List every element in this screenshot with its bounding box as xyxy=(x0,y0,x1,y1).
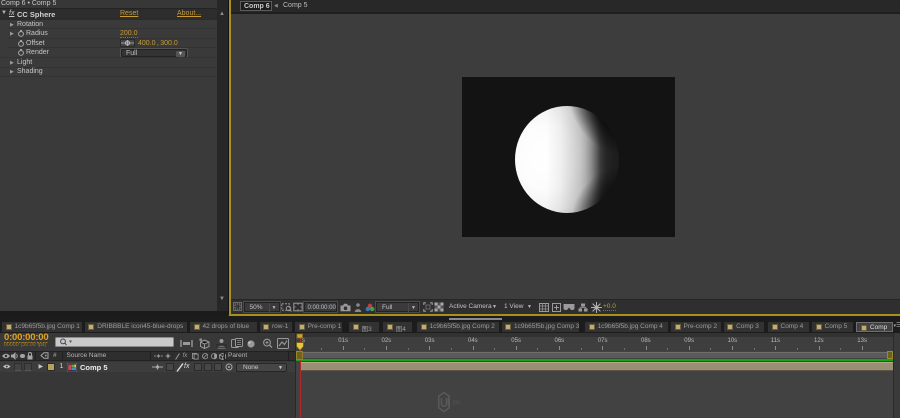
svg-text:cn: cn xyxy=(453,400,461,407)
